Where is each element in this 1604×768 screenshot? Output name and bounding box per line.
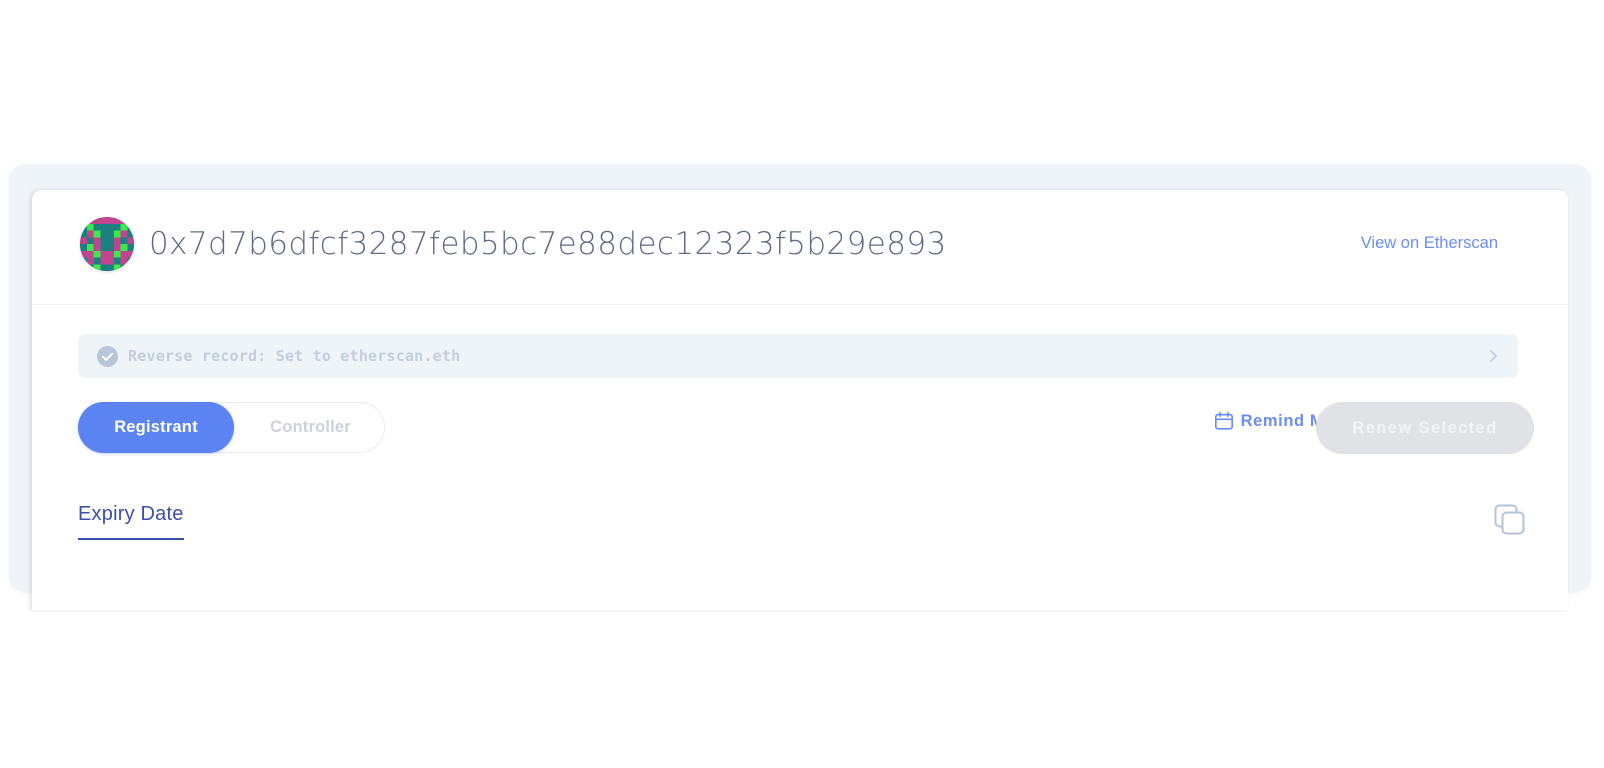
- check-circle-icon: [97, 346, 118, 367]
- toggle-option-controller[interactable]: Controller: [234, 402, 387, 453]
- reverse-record-label: Reverse record: Set to etherscan.eth: [128, 347, 461, 365]
- wallet-address: 0x7d7b6dfcf3287feb5bc7e88dec12323f5b29e8…: [149, 226, 947, 262]
- registrant-controller-toggle[interactable]: Registrant Controller: [78, 402, 385, 453]
- copy-icon[interactable]: [1492, 502, 1526, 536]
- chevron-right-icon: [1484, 347, 1502, 365]
- view-on-etherscan-link[interactable]: View on Etherscan: [1361, 234, 1498, 253]
- expiry-date-label: Expiry Date: [78, 503, 184, 525]
- screen-root: 0x7d7b6dfcf3287feb5bc7e88dec12323f5b29e8…: [0, 0, 1604, 768]
- card-header: 0x7d7b6dfcf3287feb5bc7e88dec12323f5b29e8…: [32, 190, 1568, 305]
- reverse-record-banner[interactable]: Reverse record: Set to etherscan.eth: [78, 334, 1518, 378]
- account-card: 0x7d7b6dfcf3287feb5bc7e88dec12323f5b29e8…: [32, 190, 1568, 610]
- renew-selected-button[interactable]: Renew Selected: [1316, 402, 1534, 454]
- calendar-icon: [1214, 411, 1234, 431]
- toggle-option-registrant[interactable]: Registrant: [78, 402, 234, 453]
- column-header-expiry-date[interactable]: Expiry Date: [78, 502, 184, 540]
- outer-panel: 0x7d7b6dfcf3287feb5bc7e88dec12323f5b29e8…: [10, 165, 1590, 610]
- blockie-avatar-icon: [80, 217, 134, 271]
